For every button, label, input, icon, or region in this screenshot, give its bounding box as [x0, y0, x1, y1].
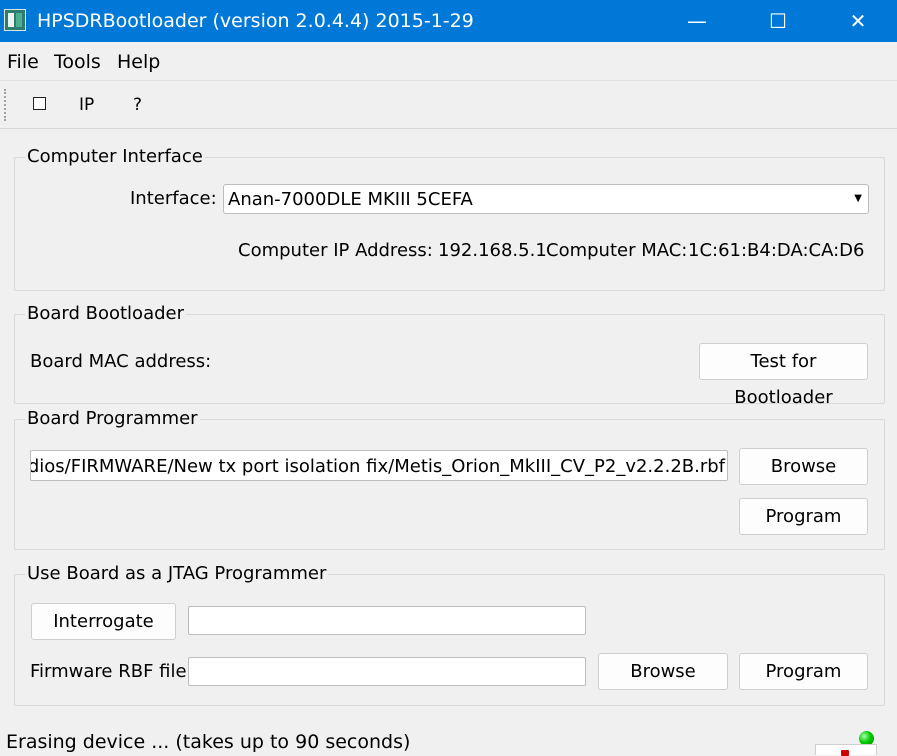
- status-message: Erasing device ... (takes up to 90 secon…: [6, 731, 411, 753]
- computer-ip-value: 192.168.5.1: [438, 240, 547, 261]
- interrogate-button[interactable]: Interrogate: [31, 603, 176, 640]
- firmware-rbf-label: Firmware RBF file: [30, 661, 187, 682]
- computer-interface-group: Computer Interface: [14, 146, 885, 291]
- program-button[interactable]: Program: [739, 498, 868, 535]
- computer-ip-label: Computer IP Address:: [238, 240, 433, 261]
- test-bootloader-button[interactable]: Test for Bootloader: [699, 343, 868, 408]
- toolbar-ip-button[interactable]: IP: [79, 95, 94, 115]
- title-bar: HPSDRBootloader (version 2.0.4.4) 2015-1…: [0, 0, 897, 42]
- interrogate-result-field[interactable]: [188, 606, 586, 635]
- minimize-button[interactable]: —: [657, 0, 737, 42]
- board-programmer-title: Board Programmer: [25, 408, 200, 430]
- menu-file[interactable]: File: [7, 51, 39, 73]
- computer-mac-label: Computer MAC:: [546, 240, 688, 261]
- interface-select[interactable]: Anan-7000DLE MKIII 5CEFA ▼: [223, 184, 869, 214]
- jtag-program-button[interactable]: Program: [739, 653, 868, 690]
- toolbar-checkbox[interactable]: [33, 97, 46, 110]
- jtag-browse-button[interactable]: Browse: [598, 653, 728, 690]
- computer-mac-value: 1C:61:B4:DA:CA:D6: [688, 240, 865, 261]
- toolbar: IP ?: [0, 80, 897, 129]
- divider: [0, 128, 897, 129]
- app-icon: [4, 9, 26, 31]
- chevron-down-icon: ▼: [854, 193, 862, 204]
- board-mac-label: Board MAC address:: [30, 351, 212, 372]
- close-button[interactable]: ✕: [818, 0, 897, 42]
- interface-label: Interface:: [130, 188, 217, 209]
- menu-tools[interactable]: Tools: [54, 51, 101, 73]
- firmware-path-value: n Radios/FIRMWARE/New tx port isolation …: [30, 456, 725, 477]
- interface-value: Anan-7000DLE MKIII 5CEFA: [228, 189, 473, 210]
- firmware-rbf-input[interactable]: [188, 657, 586, 686]
- menu-help[interactable]: Help: [117, 51, 160, 73]
- toolbar-help-button[interactable]: ?: [133, 95, 142, 115]
- menu-bar: File Tools Help: [0, 42, 897, 80]
- computer-interface-title: Computer Interface: [25, 146, 205, 168]
- firmware-path-input[interactable]: n Radios/FIRMWARE/New tx port isolation …: [30, 450, 728, 481]
- board-bootloader-title: Board Bootloader: [25, 303, 186, 325]
- status-bar: Erasing device ... (takes up to 90 secon…: [0, 728, 897, 755]
- overlay-corner-icon: [815, 744, 877, 756]
- toolbar-grip[interactable]: [4, 89, 8, 121]
- jtag-title: Use Board as a JTAG Programmer: [25, 563, 329, 585]
- browse-button[interactable]: Browse: [739, 448, 868, 485]
- maximize-button[interactable]: ☐: [738, 0, 818, 42]
- window-title: HPSDRBootloader (version 2.0.4.4) 2015-1…: [37, 10, 474, 32]
